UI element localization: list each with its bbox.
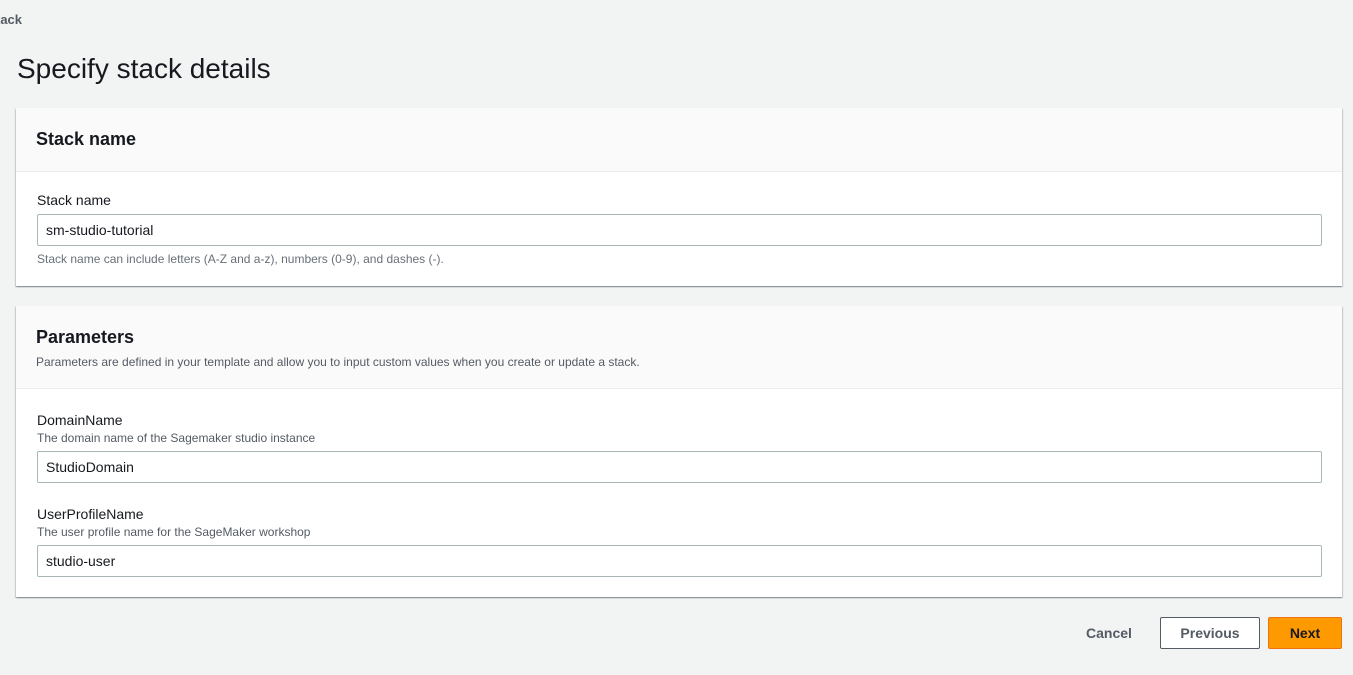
stack-name-label: Stack name — [37, 192, 111, 208]
next-button[interactable]: Next — [1268, 617, 1342, 649]
stack-name-panel: Stack name Stack name Stack name can inc… — [16, 108, 1342, 286]
user-profile-name-description: The user profile name for the SageMaker … — [37, 525, 311, 539]
parameters-panel: Parameters Parameters are defined in you… — [16, 306, 1342, 597]
stack-name-constraint: Stack name can include letters (A-Z and … — [37, 252, 444, 266]
user-profile-name-input[interactable] — [37, 545, 1322, 577]
stack-name-input[interactable] — [37, 214, 1322, 246]
domain-name-input[interactable] — [37, 451, 1322, 483]
stack-name-panel-header: Stack name — [16, 108, 1342, 172]
parameters-panel-header: Parameters Parameters are defined in you… — [16, 306, 1342, 389]
domain-name-description: The domain name of the Sagemaker studio … — [37, 431, 316, 445]
page-title: Specify stack details — [17, 53, 271, 84]
parameters-section-title: Parameters — [36, 327, 135, 347]
domain-name-label: DomainName — [37, 412, 123, 428]
cancel-button[interactable]: Cancel — [1074, 617, 1144, 649]
parameters-section-description: Parameters are defined in your template … — [36, 355, 640, 369]
breadcrumb-stack[interactable]: tack — [0, 12, 22, 27]
user-profile-name-label: UserProfileName — [37, 506, 144, 522]
previous-button[interactable]: Previous — [1160, 617, 1260, 649]
stack-name-section-title: Stack name — [36, 129, 137, 149]
